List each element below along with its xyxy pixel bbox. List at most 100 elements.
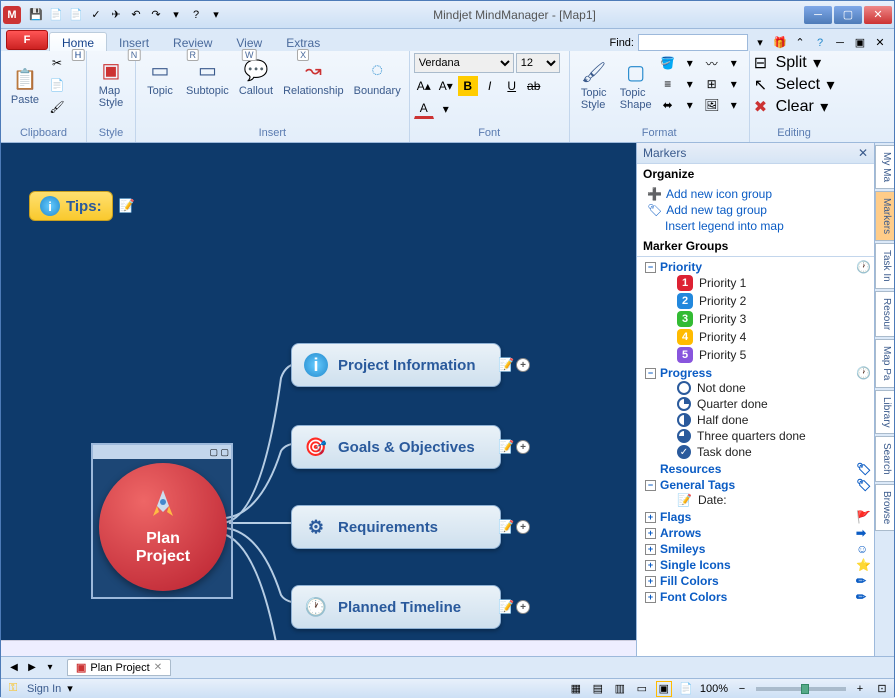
note-icon[interactable]: 📝	[498, 357, 514, 373]
topic-button[interactable]: ▭Topic	[140, 53, 180, 99]
format-painter-button[interactable]: 🖌	[47, 97, 67, 117]
topic-goals[interactable]: 🎯 Goals & Objectives 📝+	[291, 425, 501, 469]
view-reader-icon[interactable]: 📄	[678, 681, 694, 697]
group-progress[interactable]: −Progress🕐	[645, 366, 872, 380]
marker-three-quarter[interactable]: Three quarters done	[645, 428, 872, 444]
tab-view[interactable]: ViewW	[224, 33, 274, 51]
side-tab-task[interactable]: Task In	[875, 243, 894, 289]
group-arrows[interactable]: +Arrows➡	[645, 526, 872, 540]
selection-handle[interactable]: ▢ ▢	[93, 445, 231, 459]
qat-check[interactable]: ✓	[87, 6, 105, 24]
note-icon[interactable]: 📝	[498, 599, 514, 615]
shrink-font-button[interactable]: A▾	[436, 76, 456, 96]
align-button[interactable]: ≡	[658, 74, 678, 94]
key-icon[interactable]: ⚿	[5, 681, 21, 697]
img-button[interactable]: 🖼	[702, 95, 722, 115]
zoom-out-icon[interactable]: −	[734, 681, 750, 697]
find-dropdown[interactable]: ▾	[752, 35, 768, 51]
strike-button[interactable]: ab	[524, 76, 544, 96]
note-icon[interactable]: 📝	[498, 439, 514, 455]
qat-send[interactable]: ✈	[107, 6, 125, 24]
expand-icon[interactable]: +	[516, 600, 530, 614]
topic-timeline[interactable]: 🕐 Planned Timeline 📝+	[291, 585, 501, 629]
layout-button[interactable]: ⊞	[702, 74, 722, 94]
qat-more[interactable]: ▾	[167, 6, 185, 24]
collapse-icon[interactable]: −	[645, 368, 656, 379]
side-tab-resources[interactable]: Resour	[875, 291, 894, 337]
font-family-select[interactable]: Verdana	[414, 53, 514, 73]
tab-nav-list[interactable]: ▾	[41, 660, 59, 676]
select-button[interactable]: ↖ Select ▾	[754, 75, 835, 95]
h-scrollbar[interactable]	[1, 640, 636, 656]
expand-icon[interactable]: +	[645, 560, 656, 571]
tab-nav-next[interactable]: ▶	[23, 660, 41, 676]
file-tab[interactable]: F	[6, 30, 48, 50]
signin-drop[interactable]: ▾	[67, 682, 73, 695]
expand-icon[interactable]: +	[645, 544, 656, 555]
tab-review[interactable]: ReviewR	[161, 33, 224, 51]
view-walk-icon[interactable]: ▣	[656, 681, 672, 697]
signin-link[interactable]: Sign In	[27, 683, 61, 695]
side-tab-myma[interactable]: My Ma	[875, 145, 894, 189]
align-drop[interactable]: ▾	[680, 74, 700, 94]
line-drop[interactable]: ▾	[724, 53, 744, 73]
doc-tab[interactable]: ▣ Plan Project ✕	[67, 659, 171, 676]
boundary-button[interactable]: ◌Boundary	[350, 53, 405, 99]
marker-priority-3[interactable]: 3Priority 3	[645, 310, 872, 328]
topic-requirements[interactable]: ⚙ Requirements 📝+	[291, 505, 501, 549]
collapse-icon[interactable]: −	[645, 480, 656, 491]
mindmap-canvas[interactable]: i Tips: 📝 ▢ ▢ Plan Project i Project Inf…	[1, 143, 636, 640]
expand-icon[interactable]: +	[645, 576, 656, 587]
note-icon[interactable]: 📝	[119, 198, 135, 214]
fill-button[interactable]: 🪣	[658, 53, 678, 73]
marker-priority-4[interactable]: 4Priority 4	[645, 328, 872, 346]
expand-icon[interactable]: +	[645, 512, 656, 523]
zoom-in-icon[interactable]: +	[852, 681, 868, 697]
cut-button[interactable]: ✂	[47, 53, 67, 73]
relationship-button[interactable]: ↝Relationship	[279, 53, 348, 99]
font-color-button[interactable]: A	[414, 99, 434, 119]
marker-quarter[interactable]: Quarter done	[645, 396, 872, 412]
close-button[interactable]: ✕	[864, 6, 892, 24]
split-button[interactable]: ⊟ Split ▾	[754, 53, 835, 73]
group-smileys[interactable]: +Smileys☺	[645, 542, 872, 556]
qat-save[interactable]: 💾	[27, 6, 45, 24]
group-font-colors[interactable]: +Font Colors✏	[645, 590, 872, 604]
expand-icon[interactable]: +	[516, 358, 530, 372]
view-slide-icon[interactable]: ▭	[634, 681, 650, 697]
topic-shape-button[interactable]: ▢Topic Shape	[616, 55, 656, 113]
min-doc-icon[interactable]: ─	[832, 35, 848, 51]
note-icon[interactable]: 📝	[498, 519, 514, 535]
add-tag-group-link[interactable]: 🏷Add new tag group	[647, 202, 864, 218]
line-button[interactable]: 〰	[702, 53, 722, 73]
marker-not-done[interactable]: Not done	[645, 380, 872, 396]
group-fill-colors[interactable]: +Fill Colors✏	[645, 574, 872, 588]
img-drop[interactable]: ▾	[724, 95, 744, 115]
expand-icon[interactable]: +	[516, 520, 530, 534]
close-tab-icon[interactable]: ✕	[154, 662, 162, 673]
marker-tree[interactable]: −Priority🕐 1Priority 1 2Priority 2 3Prio…	[637, 256, 874, 656]
map-style-button[interactable]: ▣Map Style	[91, 53, 131, 111]
close-doc-icon[interactable]: ✕	[872, 35, 888, 51]
add-icon-group-link[interactable]: ➕Add new icon group	[647, 186, 864, 202]
expand-icon[interactable]: +	[645, 528, 656, 539]
italic-button[interactable]: I	[480, 76, 500, 96]
side-tab-markers[interactable]: Markers	[875, 191, 894, 241]
qat-new[interactable]: 📄	[47, 6, 65, 24]
help-icon[interactable]: ?	[812, 35, 828, 51]
copy-button[interactable]: 📄	[47, 75, 67, 95]
marker-done[interactable]: ✓Task done	[645, 444, 872, 460]
grow-font-button[interactable]: A▴	[414, 76, 434, 96]
expand-icon[interactable]: +	[645, 592, 656, 603]
zoom-thumb[interactable]	[801, 684, 809, 694]
underline-button[interactable]: U	[502, 76, 522, 96]
topic-style-button[interactable]: 🖌Topic Style	[574, 55, 614, 113]
paste-button[interactable]: 📋Paste	[5, 62, 45, 108]
qat-undo[interactable]: ↶	[127, 6, 145, 24]
central-topic[interactable]: ▢ ▢ Plan Project	[91, 443, 233, 599]
fill-drop[interactable]: ▾	[680, 53, 700, 73]
view-outline-icon[interactable]: ▤	[590, 681, 606, 697]
marker-priority-5[interactable]: 5Priority 5	[645, 346, 872, 364]
zoom-slider[interactable]	[756, 687, 846, 691]
font-size-select[interactable]: 12	[516, 53, 560, 73]
